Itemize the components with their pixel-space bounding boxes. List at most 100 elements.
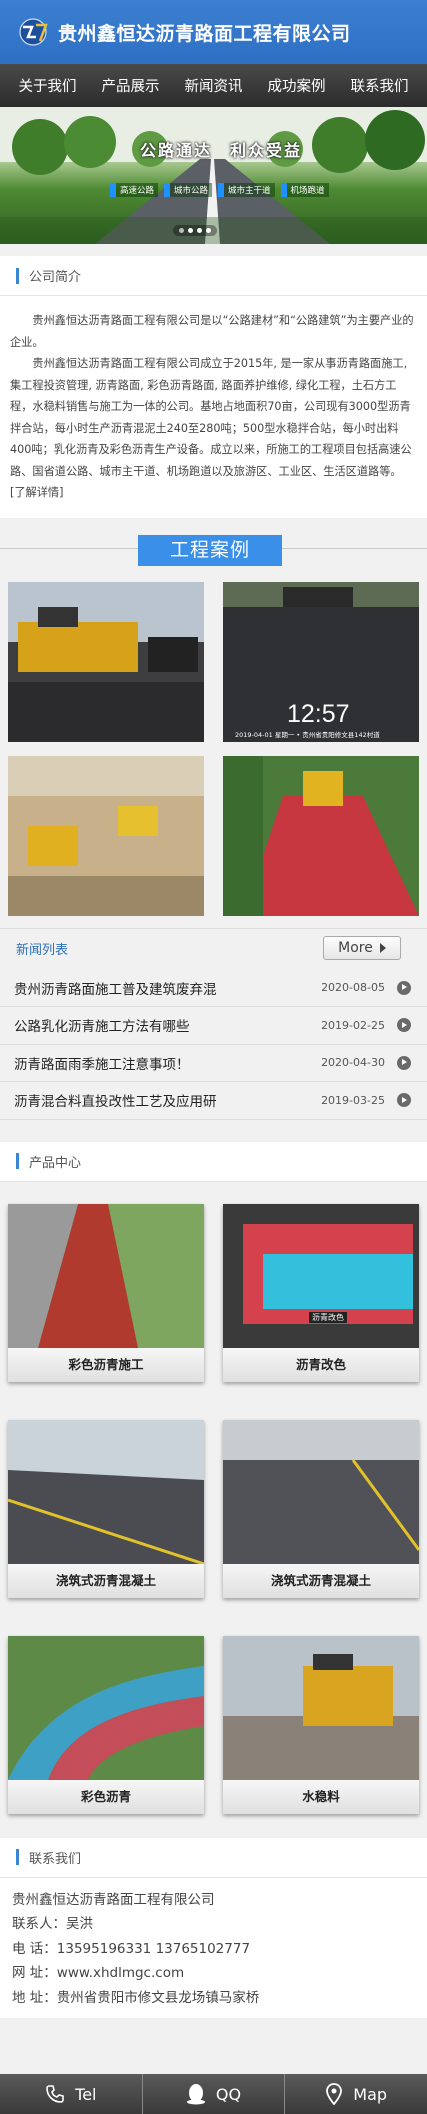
banner-chips: 高速公路 城市公路 城市主干道 机场跑道 bbox=[110, 183, 329, 197]
nav-item-cases[interactable]: 成功案例 bbox=[268, 75, 326, 96]
product-grid: 彩色沥青施工 沥青改色 沥青改色 浇筑式沥青混凝土 浇筑式沥青混凝土 彩色沥青 … bbox=[0, 1181, 427, 1838]
product-caption[interactable]: 水稳料 bbox=[223, 1779, 419, 1814]
product-image[interactable] bbox=[8, 1203, 204, 1348]
chevron-right-icon[interactable] bbox=[397, 1018, 411, 1033]
qq-label: QQ bbox=[215, 2084, 242, 2104]
product-card[interactable]: 水稳料 bbox=[223, 1635, 419, 1814]
news-date: 2019-02-25 bbox=[321, 1018, 385, 1032]
product-caption[interactable]: 彩色沥青 bbox=[8, 1779, 204, 1814]
qq-button[interactable]: QQ bbox=[143, 2074, 286, 2114]
site-title: 贵州鑫恒达沥青路面工程有限公司 bbox=[58, 22, 351, 45]
product-caption[interactable]: 浇筑式沥青混凝土 bbox=[8, 1563, 204, 1598]
chevron-right-icon[interactable] bbox=[397, 1093, 411, 1108]
news-title[interactable]: 公路乳化沥青施工方法有哪些 bbox=[14, 1015, 321, 1035]
nav-item-products[interactable]: 产品展示 bbox=[102, 75, 160, 96]
about-text: 贵州鑫恒达沥青路面工程有限公司是以“公路建材”和“公路建筑”为主要产业的企业。 … bbox=[0, 296, 427, 518]
news-item[interactable]: 沥青混合料直投改性工艺及应用研 2019-03-25 bbox=[0, 1082, 427, 1120]
qq-icon bbox=[186, 2084, 205, 2105]
contact-phone[interactable]: 电 话：13595196331 13765102777 bbox=[12, 1937, 417, 1962]
case-image-paver[interactable] bbox=[8, 581, 204, 742]
contact-website[interactable]: 网 址：www.xhdlmgc.com bbox=[12, 1961, 417, 1986]
contact-heading: 联系我们 bbox=[29, 1851, 82, 1867]
product-image[interactable] bbox=[8, 1419, 204, 1564]
product-card[interactable]: 浇筑式沥青混凝土 bbox=[223, 1419, 419, 1598]
slider-dot[interactable] bbox=[179, 228, 184, 233]
product-image[interactable] bbox=[8, 1635, 204, 1780]
about-section: 公司简介 贵州鑫恒达沥青路面工程有限公司是以“公路建材”和“公路建筑”为主要产业… bbox=[0, 256, 427, 518]
product-caption[interactable]: 浇筑式沥青混凝土 bbox=[223, 1563, 419, 1598]
cases-title-bar: 工程案例 bbox=[0, 517, 427, 578]
road-illustration bbox=[0, 107, 427, 244]
news-date: 2020-08-05 bbox=[321, 981, 385, 995]
chevron-right-icon[interactable] bbox=[397, 980, 411, 995]
map-label: Map bbox=[353, 2084, 388, 2104]
slider-dots bbox=[173, 225, 217, 236]
arrow-right-icon bbox=[379, 943, 386, 953]
news-title[interactable]: 贵州沥青路面施工普及建筑废弃混 bbox=[14, 978, 321, 998]
product-card[interactable]: 彩色沥青 bbox=[8, 1635, 204, 1814]
contact-company: 贵州鑫恒达沥青路面工程有限公司 bbox=[12, 1891, 215, 1908]
banner-chip: 高速公路 bbox=[110, 183, 159, 197]
product-card[interactable]: 彩色沥青施工 bbox=[8, 1203, 204, 1382]
chevron-right-icon[interactable] bbox=[397, 1055, 411, 1070]
product-image[interactable]: 沥青改色 bbox=[223, 1203, 419, 1348]
page: { "header": {"title": "贵州鑫恒达沥青路面工程有限公司"}… bbox=[0, 0, 427, 2114]
products-header: 产品中心 bbox=[0, 1142, 427, 1182]
section-marker bbox=[16, 1849, 19, 1865]
case-image-road-video[interactable]: 12:57 2019-04-01 星期一 • 贵州省贵阳修文县142村道 bbox=[223, 581, 419, 742]
tel-label: Tel bbox=[75, 2084, 97, 2104]
case-image-construction[interactable] bbox=[8, 755, 204, 916]
contact-header: 联系我们 bbox=[0, 1838, 427, 1878]
product-image[interactable] bbox=[223, 1419, 419, 1564]
more-button[interactable]: More bbox=[323, 936, 401, 960]
contact-info: 贵州鑫恒达沥青路面工程有限公司 联系人：吴洪 电 话：13595196331 1… bbox=[0, 1878, 427, 2019]
section-marker bbox=[16, 267, 19, 284]
news-heading: 新闻列表 bbox=[16, 942, 69, 958]
news-title[interactable]: 沥青混合料直投改性工艺及应用研 bbox=[14, 1090, 321, 1110]
about-heading: 公司简介 bbox=[29, 270, 82, 285]
products-section: 产品中心 bbox=[0, 1141, 427, 1182]
products-heading: 产品中心 bbox=[29, 1155, 82, 1171]
nav-item-about[interactable]: 关于我们 bbox=[19, 75, 77, 96]
case-image-red-road[interactable] bbox=[223, 755, 419, 916]
nav-item-news[interactable]: 新闻资讯 bbox=[185, 75, 243, 96]
product-card[interactable]: 沥青改色 沥青改色 bbox=[223, 1203, 419, 1382]
product-caption[interactable]: 彩色沥青施工 bbox=[8, 1347, 204, 1382]
video-stamp: 2019-04-01 星期一 • 贵州省贵阳修文县142村道 bbox=[235, 730, 380, 739]
news-date: 2019-03-25 bbox=[321, 1093, 385, 1107]
banner-slogan: 公路通达 利众受益 bbox=[140, 141, 303, 160]
product-overlay-label: 沥青改色 bbox=[309, 1311, 347, 1323]
banner-chip: 城市公路 bbox=[164, 183, 213, 197]
news-title[interactable]: 沥青路面雨季施工注意事项！ bbox=[14, 1053, 321, 1073]
news-item[interactable]: 沥青路面雨季施工注意事项！ 2020-04-30 bbox=[0, 1045, 427, 1082]
slider-dot[interactable] bbox=[206, 228, 211, 233]
phone-icon bbox=[46, 2085, 64, 2103]
news-item[interactable]: 贵州沥青路面施工普及建筑废弃混 2020-08-05 bbox=[0, 970, 427, 1007]
nav-item-contact[interactable]: 联系我们 bbox=[351, 75, 409, 96]
product-card[interactable]: 浇筑式沥青混凝土 bbox=[8, 1419, 204, 1598]
tel-button[interactable]: Tel bbox=[0, 2074, 143, 2114]
contact-address: 地 址：贵州省贵阳市修文县龙场镇马家桥 bbox=[12, 1989, 260, 2006]
banner-chip: 城市主干道 bbox=[218, 183, 275, 197]
contact-person: 联系人：吴洪 bbox=[12, 1916, 93, 1932]
map-pin-icon bbox=[326, 2083, 343, 2105]
banner-chip: 机场跑道 bbox=[280, 183, 329, 197]
news-item[interactable]: 公路乳化沥青施工方法有哪些 2019-02-25 bbox=[0, 1007, 427, 1045]
case-grid: 12:57 2019-04-01 星期一 • 贵州省贵阳修文县142村道 bbox=[0, 577, 427, 928]
about-header: 公司简介 bbox=[0, 256, 427, 296]
cases-title[interactable]: 工程案例 bbox=[138, 534, 282, 566]
product-caption[interactable]: 沥青改色 bbox=[223, 1347, 419, 1382]
map-button[interactable]: Map bbox=[285, 2074, 427, 2114]
about-para-2[interactable]: 贵州鑫恒达沥青路面工程有限公司成立于2015年, 是一家从事沥青路面施工,集工程… bbox=[10, 353, 417, 504]
site-header: 贵州鑫恒达沥青路面工程有限公司 bbox=[0, 0, 427, 64]
main-nav: 关于我们 产品展示 新闻资讯 成功案例 联系我们 bbox=[0, 64, 427, 107]
hero-banner[interactable]: 公路通达 利众受益 高速公路 城市公路 城市主干道 机场跑道 bbox=[0, 107, 427, 244]
video-time: 12:57 bbox=[287, 699, 350, 728]
slider-dot[interactable] bbox=[197, 228, 202, 233]
product-image[interactable] bbox=[223, 1635, 419, 1780]
section-marker bbox=[16, 1153, 19, 1169]
about-para-1: 贵州鑫恒达沥青路面工程有限公司是以“公路建材”和“公路建筑”为主要产业的企业。 bbox=[10, 314, 414, 349]
slider-dot[interactable] bbox=[188, 228, 193, 233]
logo-icon[interactable] bbox=[18, 17, 52, 47]
news-list: 贵州沥青路面施工普及建筑废弃混 2020-08-05 公路乳化沥青施工方法有哪些… bbox=[0, 967, 427, 1120]
